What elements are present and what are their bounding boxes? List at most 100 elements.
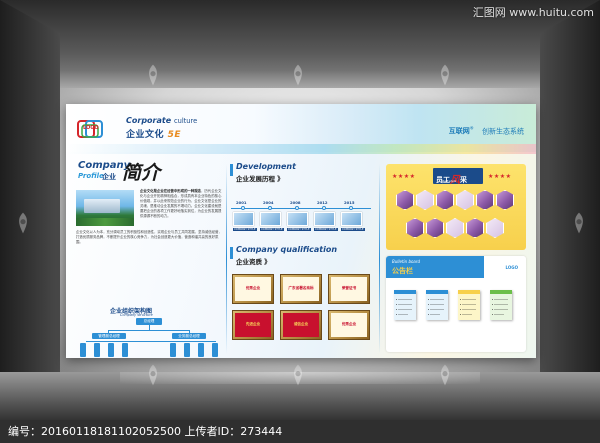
huitu-watermark-icon (432, 362, 458, 388)
huitu-watermark-icon (285, 362, 311, 388)
org-chart: 总经理 管理副总经理 业务副总经理 (76, 318, 226, 358)
cert-frame: 先进企业 (232, 310, 274, 340)
timeline-dot (241, 206, 245, 210)
staff-photo (486, 218, 504, 238)
timeline-year: 2004 (263, 200, 274, 205)
site-brand-cn: 汇图网 (472, 6, 506, 19)
logo-text: LOGO (83, 125, 99, 131)
staff-photo (466, 218, 484, 238)
staff-photo (396, 190, 414, 210)
cert-area: 优秀企业 广东省著名商标 荣誉证书 先进企业 诚信企业 优秀企业 (230, 272, 374, 350)
rainbow-band (66, 144, 536, 154)
profile-title-big: 简介 (122, 162, 161, 184)
site-brand: 汇图网 www.huitu.com (473, 4, 594, 20)
staff-photo (406, 218, 424, 238)
timeline-year: 2012 (317, 200, 328, 205)
timeline-year: 2001 (236, 200, 247, 205)
staff-photo (426, 218, 444, 238)
huitu-watermark-icon (10, 210, 36, 236)
timeline-caption: COMPANY STYLE (341, 228, 365, 231)
cert-frame: 荣誉证书 (328, 274, 370, 304)
timeline-thumb (341, 212, 362, 226)
org-subtitle: Company structure (120, 313, 153, 317)
profile-title-cn: 企业 (102, 173, 116, 181)
section-bar (230, 164, 233, 176)
header-brand: 互联网® (449, 126, 474, 135)
org-dept-box (184, 343, 190, 357)
timeline-thumb (314, 212, 335, 226)
footer-id-label: 编号： (8, 425, 41, 438)
staff-photo (436, 190, 454, 210)
qualification-title-cn: 企业资质 》 (236, 258, 271, 266)
corporate-cn-text: 企业文化 (126, 130, 165, 140)
timeline-thumb (233, 212, 254, 226)
development-title-cn: 企业发展历程 》 (236, 175, 284, 183)
org-line (108, 330, 190, 331)
stars-left: ★★★★ (392, 173, 416, 180)
bulletin-title-en: Bulletin board (392, 259, 421, 264)
staff-title-en: Staff style (441, 179, 457, 183)
timeline-caption: COMPANY STYLE (233, 228, 257, 231)
timeline-dot (322, 206, 326, 210)
footer-uploader-value: 273444 (240, 425, 283, 438)
cert-label: 优秀企业 (341, 322, 357, 327)
org-dept-box (122, 343, 128, 357)
huitu-watermark-icon (566, 210, 592, 236)
cert-label: 先进企业 (245, 322, 261, 327)
timeline-year: 2015 (344, 200, 355, 205)
cert-frame: 诚信企业 (280, 310, 322, 340)
corporate-en: Corporate culture (126, 116, 197, 125)
bulletin-note (426, 290, 448, 320)
timeline-dot (295, 206, 299, 210)
development-title-en: Development (236, 162, 296, 171)
profile-text-more: 企业文化以人为本，充分调动员工的积极性和创造性，实现企业与员工共同发展。坚持诚信… (76, 230, 222, 244)
cert-label: 诚信企业 (293, 322, 309, 327)
cert-frame: 广东省著名商标 (280, 274, 322, 304)
bulletin-board: Bulletin board 公告栏 LOGO (386, 256, 526, 352)
huitu-watermark-icon (285, 62, 311, 88)
org-dept-box (170, 343, 176, 357)
staff-photo (496, 190, 514, 210)
footer-bar: 编号：20160118181102052500 上传者ID：273444 (0, 420, 600, 443)
cert-frame: 优秀企业 (328, 310, 370, 340)
corporate-cn: 企业文化 5E (126, 127, 181, 140)
divider (226, 164, 227, 354)
timeline-caption: COMPANY STYLE (260, 228, 284, 231)
staff-style-panel: ★★★★ ★★★★ 员工风采 Staff style (386, 164, 526, 250)
org-dept-box (94, 343, 100, 357)
staff-photo (416, 190, 434, 210)
timeline-dot (349, 206, 353, 210)
culture-board: LOGO Corporate culture 企业文化 5E 互联网® 创新生态… (66, 104, 536, 358)
cert-label: 荣誉证书 (341, 286, 357, 291)
header-right: 互联网® 创新生态系统 (449, 126, 524, 136)
staff-photo (446, 218, 464, 238)
huitu-watermark-icon (140, 362, 166, 388)
cert-label: 优秀企业 (245, 286, 261, 291)
timeline-year: 2008 (290, 200, 301, 205)
timeline-thumb (260, 212, 281, 226)
staff-photo (476, 190, 494, 210)
bulletin-note (394, 290, 416, 320)
footer-id-value: 20160118181102052500 (41, 425, 181, 438)
timeline-thumb (287, 212, 308, 226)
header-brand-mark: ® (469, 126, 474, 131)
profile-photo (76, 190, 134, 226)
cert-label: 广东省著名商标 (288, 286, 314, 291)
org-dept-box (108, 343, 114, 357)
staff-photo-grid (394, 190, 520, 246)
org-mid-left-box: 管理副总经理 (92, 333, 126, 339)
corporate-en-small: culture (173, 117, 198, 125)
timeline-caption: COMPANY STYLE (314, 228, 338, 231)
section-bar (230, 247, 233, 259)
footer-uploader-label: 上传者ID： (184, 425, 241, 438)
corporate-en-main: Corporate (126, 116, 172, 125)
header-tagline: 创新生态系统 (482, 127, 524, 136)
bulletin-title-cn: 公告栏 (392, 267, 413, 275)
profile-title: Company Profile 企业 简介 (78, 160, 198, 184)
huitu-watermark-icon (140, 62, 166, 88)
org-dept-box (80, 343, 86, 357)
profile-title-en-2: Profile (78, 172, 104, 180)
profile-text: 企业文化是企业在经营中形成的一种观念，历代企业文化与企业开拓精神相结合，形成具有… (140, 189, 224, 219)
corporate-5e: 5E (167, 130, 182, 140)
staff-title-2: 采 (460, 176, 467, 184)
